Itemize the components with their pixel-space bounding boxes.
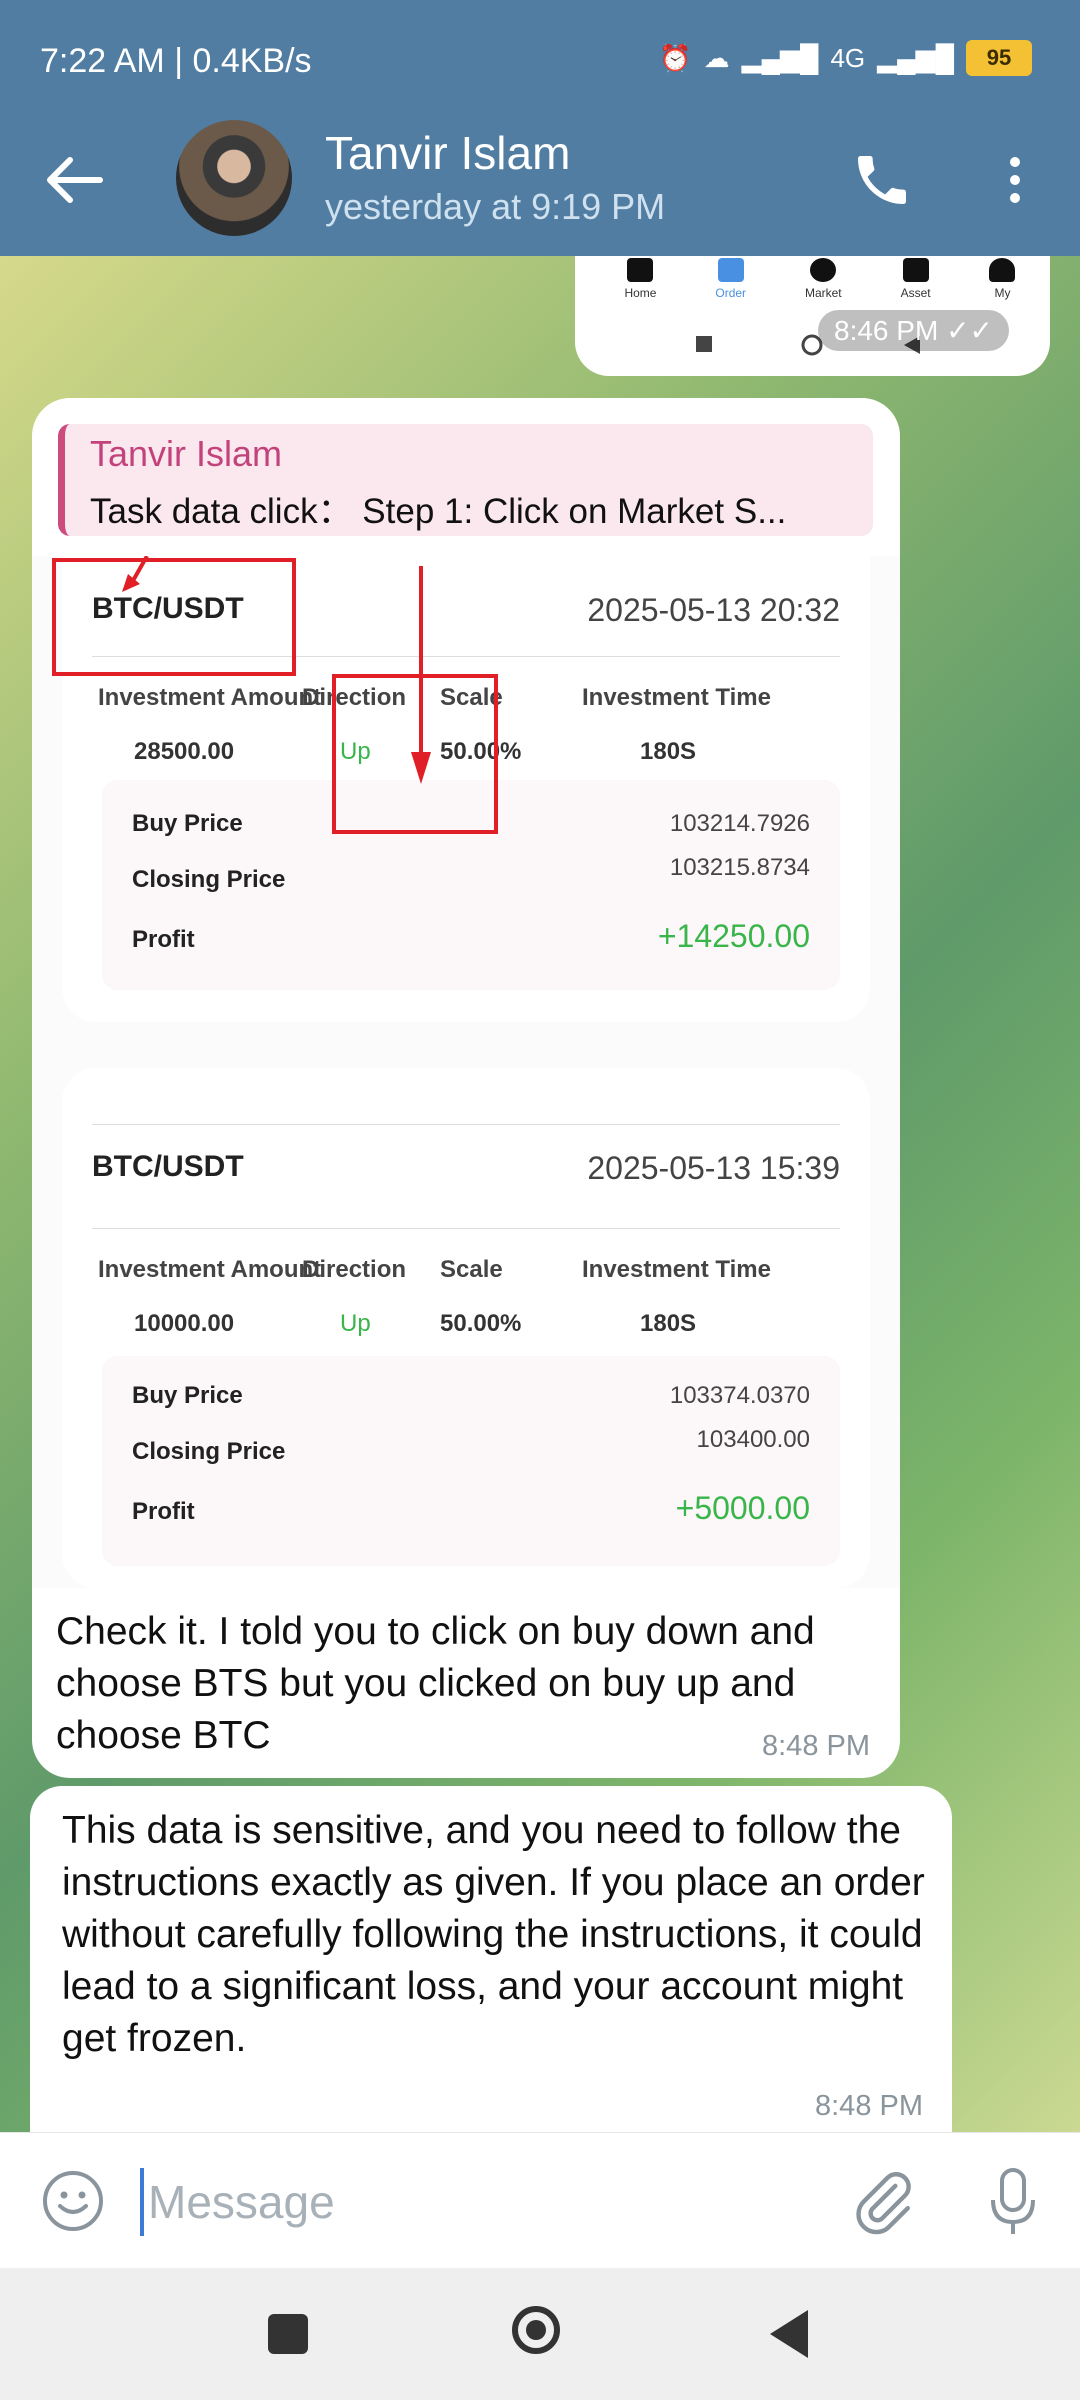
divider [92,1228,840,1229]
cloud-icon: ☁ [703,42,730,73]
circle-icon [801,334,823,356]
closing-price: 103215.8734 [669,854,810,881]
direction: Up [340,1310,371,1337]
status-time: 7:22 AM | 0.4KB/s [40,42,312,80]
network-type: 4G [830,42,866,73]
header-scale: Scale [440,1256,503,1283]
profit-label: Profit [132,1498,195,1525]
divider [92,1124,840,1125]
double-check-icon: ✓✓ [946,315,993,346]
screenshot-image[interactable]: BTC/USDT 2025-05-13 20:32 Investment Amo… [32,556,900,1588]
profit-value: +14250.00 [657,918,810,954]
call-button[interactable] [850,148,914,212]
message-time: 8:48 PM [815,2090,923,2122]
investment-time: 180S [640,1310,697,1337]
price-panel: Buy Price 103374.0370 Closing Price 1034… [102,1356,840,1566]
recents-button[interactable] [268,2314,308,2354]
back-button[interactable] [40,150,110,210]
phone-icon [858,156,906,204]
order-card: BTC/USDT 2025-05-13 15:39 Investment Amo… [62,1068,870,1588]
header-direction: Direction [302,1256,407,1283]
signal-icon-2: ▂▄▆█ [877,42,954,73]
reply-text: Task data click： Step 1: Click on Market… [90,492,787,531]
order-datetime: 2025-05-13 15:39 [587,1150,840,1186]
message-input[interactable] [140,2168,830,2236]
nav-back-button[interactable] [770,2310,808,2358]
message-time: 8:48 PM [762,1730,870,1762]
more-options-button[interactable] [995,148,1035,212]
arrow-left-icon [47,157,103,203]
reply-sender: Tanvir Islam [90,433,283,474]
square-icon [696,336,712,352]
paperclip-icon [856,2172,911,2235]
battery-icon: 95 [966,40,1032,76]
attach-button[interactable] [850,2166,916,2236]
more-vert-icon [1010,157,1020,203]
emoji-button[interactable] [40,2168,106,2234]
closing-price: 103400.00 [696,1426,810,1453]
trading-pair: BTC/USDT [92,1150,244,1183]
user-icon [989,258,1016,282]
alarm-icon: ⏰ [659,42,692,73]
wallet-icon [902,258,929,282]
mic-button[interactable] [985,2166,1041,2238]
profit-label: Profit [132,926,195,953]
market-icon [810,258,837,282]
investment-amount: 10000.00 [134,1310,235,1337]
annotation-arrows [122,556,431,784]
header-investment-time: Investment Time [582,1256,771,1283]
smiley-icon [43,2171,103,2231]
buy-price: 103374.0370 [669,1382,810,1409]
status-icons: ⏰ ☁ ▂▄▆█ 4G ▂▄▆█ 95 [659,40,1032,76]
screenshot-nav-order: Order [715,258,746,320]
message-text: This data is sensitive, and you need to … [62,1809,925,2060]
microphone-icon [991,2168,1035,2234]
order-icon [717,258,744,282]
message-time-pill: 8:46 PM ✓✓ [818,310,1009,351]
closing-price-label: Closing Price [132,866,286,893]
buy-price-label: Buy Price [132,1382,243,1409]
last-seen: yesterday at 9:19 PM [325,186,666,227]
home-dot-icon [526,2320,546,2340]
contact-name[interactable]: Tanvir Islam [325,126,570,180]
closing-price-label: Closing Price [132,1438,286,1465]
screenshot-nav-home: Home [624,258,656,320]
scale: 50.00% [440,1310,522,1337]
header-investment-amount: Investment Amount [98,1256,322,1283]
signal-icon: ▂▄▆█ [741,42,819,73]
avatar[interactable] [176,120,292,236]
home-icon [627,258,654,282]
profit-value: +5000.00 [675,1490,810,1526]
